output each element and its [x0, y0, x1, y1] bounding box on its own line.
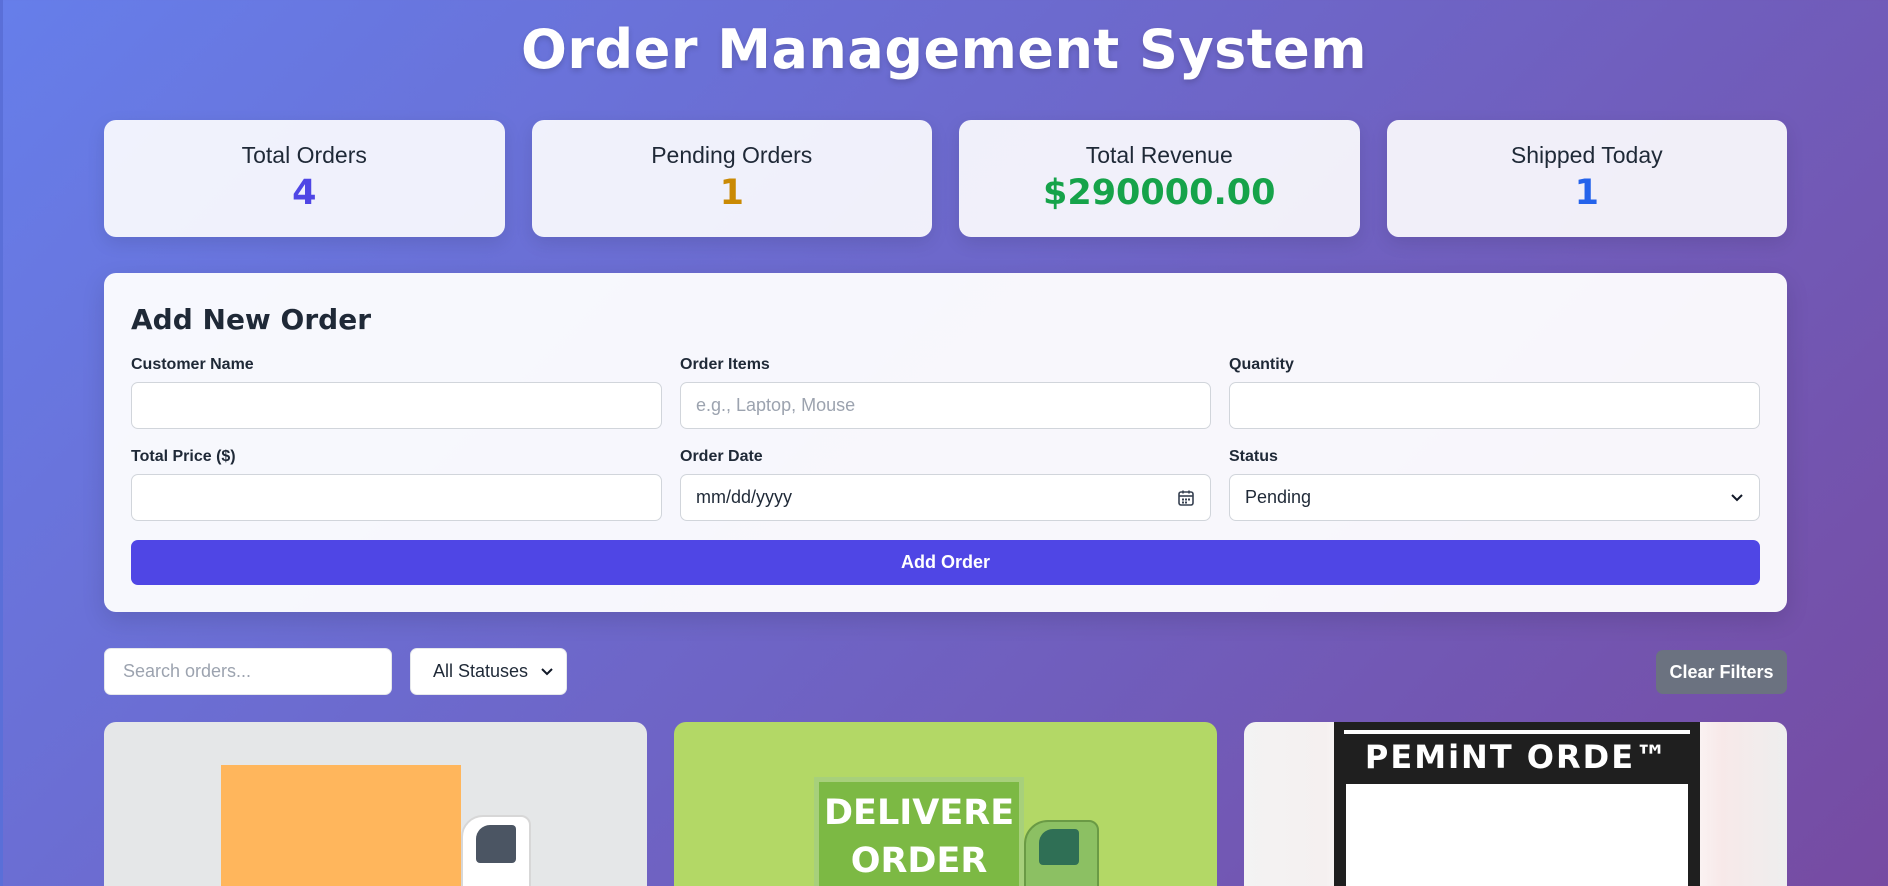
status-select[interactable]: Pending	[1229, 474, 1760, 521]
calendar-icon[interactable]	[1177, 489, 1195, 507]
order-date-value: mm/dd/yyyy	[696, 487, 793, 507]
order-date-group: Order Date mm/dd/yyyy	[680, 448, 1211, 521]
stat-value: $290000.00	[1043, 173, 1276, 213]
stat-label: Shipped Today	[1510, 142, 1663, 168]
stat-value: 1	[1574, 173, 1599, 213]
filter-bar: Search orders... All Statuses Clear Filt…	[104, 648, 1787, 695]
total-price-label: Total Price ($)	[131, 448, 236, 465]
stat-card-total-revenue: Total Revenue $290000.00	[959, 120, 1360, 237]
chevron-down-icon	[541, 667, 553, 675]
truck-cargo	[221, 765, 461, 886]
sign-top-bar	[1344, 730, 1690, 734]
order-card[interactable]: DELIVERE ORDER	[674, 722, 1217, 886]
form-title: Add New Order	[131, 303, 371, 336]
quantity-group: Quantity	[1229, 356, 1760, 429]
order-items-group: Order Items	[680, 356, 1211, 429]
window-edge	[0, 0, 3, 886]
stat-card-pending-orders: Pending Orders 1	[531, 120, 932, 237]
truck-window	[476, 825, 516, 863]
order-card[interactable]: PEMiNT ORDE™	[1244, 722, 1787, 886]
stat-label: Total Revenue	[1085, 142, 1233, 168]
truck-window	[1039, 829, 1079, 865]
order-image-sign: PEMiNT ORDE™	[1334, 722, 1700, 886]
stat-card-total-orders: Total Orders 4	[104, 120, 505, 237]
page-title: Order Management System	[521, 18, 1367, 81]
status-group: Status Pending	[1229, 448, 1760, 521]
quantity-input[interactable]	[1229, 382, 1760, 429]
stat-value: 1	[719, 173, 744, 213]
stat-card-shipped-today: Shipped Today 1	[1386, 120, 1787, 237]
order-date-input[interactable]: mm/dd/yyyy	[680, 474, 1211, 521]
customer-name-group: Customer Name	[131, 356, 662, 429]
order-items-label: Order Items	[680, 356, 770, 373]
customer-name-label: Customer Name	[131, 356, 254, 373]
total-price-group: Total Price ($)	[131, 448, 662, 521]
status-label: Status	[1229, 448, 1278, 465]
quantity-label: Quantity	[1229, 356, 1294, 373]
total-price-input[interactable]	[131, 474, 662, 521]
chevron-down-icon	[1731, 493, 1743, 501]
customer-name-input[interactable]	[131, 382, 662, 429]
sign-panel	[1346, 784, 1688, 886]
stat-label: Total Orders	[241, 142, 367, 168]
truck-sign-text: DELIVERE ORDER	[824, 793, 1015, 881]
order-items-input[interactable]	[680, 382, 1211, 429]
search-placeholder: Search orders...	[123, 661, 252, 681]
status-select-value: Pending	[1245, 487, 1312, 507]
stat-value: 4	[292, 173, 317, 213]
search-input[interactable]: Search orders...	[104, 648, 392, 695]
clear-filters-button[interactable]: Clear Filters	[1656, 650, 1787, 694]
add-order-button[interactable]: Add Order	[131, 540, 1760, 585]
order-date-label: Order Date	[680, 448, 763, 465]
order-cards: DELIVERE ORDER PEMiNT ORDE™	[104, 722, 1787, 886]
sign-text: PEMiNT ORDE™	[1364, 738, 1670, 776]
order-card[interactable]	[104, 722, 647, 886]
stat-label: Pending Orders	[651, 142, 813, 168]
add-order-form: Add New Order Customer Name Order Items …	[104, 273, 1787, 612]
stats-row: Total Orders 4 Pending Orders 1 Total Re…	[104, 120, 1787, 237]
status-filter-select[interactable]: All Statuses	[410, 648, 567, 695]
status-filter-value: All Statuses	[433, 661, 529, 681]
